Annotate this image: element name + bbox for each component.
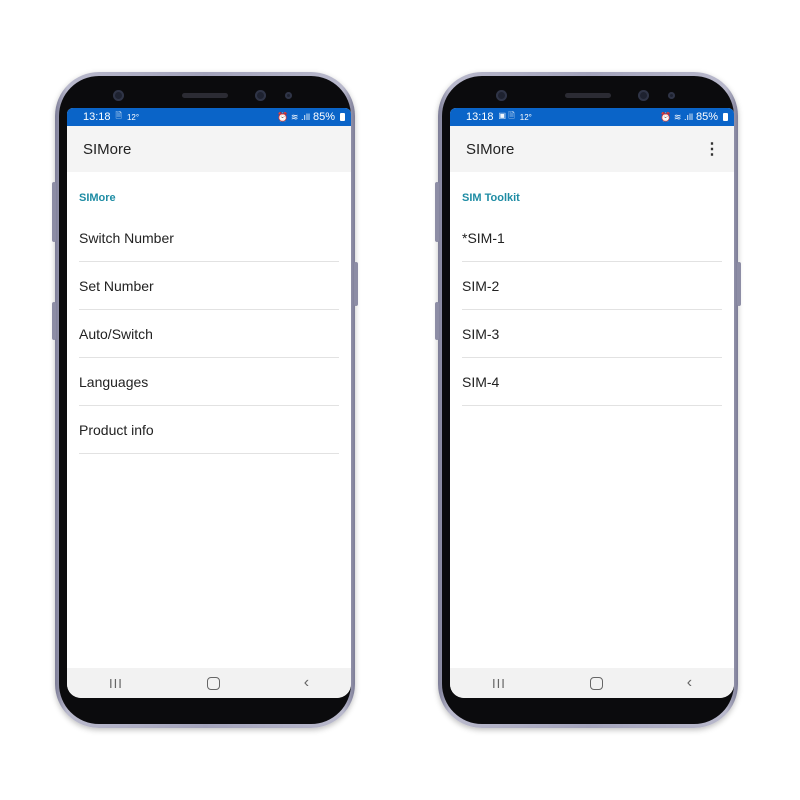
list-item-auto-switch[interactable]: Auto/Switch [79,310,339,358]
home-button[interactable] [589,676,603,690]
notification-icons: ▣ 🗎 [498,111,515,120]
phone-bezel: 13:18 ▣ 🗎 12° ⏰ ≋ .ıll 85% SIMore ⋮ SIM … [442,76,734,724]
back-button[interactable]: ‹ [687,674,692,692]
list-item-languages[interactable]: Languages [79,358,339,406]
section-header: SIM Toolkit [462,192,520,204]
content-area: SIM Toolkit *SIM-1 SIM-2 SIM-3 SIM-4 [450,172,734,668]
screen: 13:18 ▣ 🗎 12° ⏰ ≋ .ıll 85% SIMore ⋮ SIM … [450,108,734,698]
earpiece-speaker [182,93,228,98]
sensor-icon [285,92,292,99]
overflow-menu-icon[interactable]: ⋮ [704,139,720,159]
list-item-sim-2[interactable]: SIM-2 [462,262,722,310]
home-button[interactable] [206,676,220,690]
battery-percent: 85% [695,111,718,123]
phone-right: 13:18 ▣ 🗎 12° ⏰ ≋ .ıll 85% SIMore ⋮ SIM … [435,72,741,728]
power-button [737,262,741,306]
content-area: SIMore Switch Number Set Number Auto/Swi… [67,172,351,668]
status-bar: 13:18 ▣ 🗎 12° ⏰ ≋ .ıll 85% [450,108,734,126]
navigation-bar: III ‹ [67,668,351,698]
signal-icons: ⏰ ≋ .ıll [660,111,693,122]
phone-left: 13:18 🗎 12° ⏰ ≋ .ıll 85% SIMore SIMore S… [52,72,358,728]
phone-bezel: 13:18 🗎 12° ⏰ ≋ .ıll 85% SIMore SIMore S… [59,76,351,724]
weather-temp: 12° [126,112,140,122]
battery-percent: 85% [312,111,335,123]
section-header: SIMore [79,192,116,204]
sim-list: *SIM-1 SIM-2 SIM-3 SIM-4 [462,214,722,406]
iris-scanner-icon [113,90,124,101]
app-bar: SIMore ⋮ [450,126,734,172]
recent-apps-button[interactable]: III [492,676,506,691]
bixby-button [435,302,439,340]
navigation-bar: III ‹ [450,668,734,698]
power-button [354,262,358,306]
earpiece-speaker [565,93,611,98]
app-title: SIMore [83,140,132,158]
list-item-sim-1[interactable]: *SIM-1 [462,214,722,262]
front-camera-icon [638,90,649,101]
status-time: 13:18 [466,111,494,123]
list-item-sim-3[interactable]: SIM-3 [462,310,722,358]
list-item-switch-number[interactable]: Switch Number [79,214,339,262]
screen: 13:18 🗎 12° ⏰ ≋ .ıll 85% SIMore SIMore S… [67,108,351,698]
volume-button [435,182,439,242]
bixby-button [52,302,56,340]
recent-apps-button[interactable]: III [109,676,123,691]
back-button[interactable]: ‹ [304,674,309,692]
sensor-icon [668,92,675,99]
status-bar: 13:18 🗎 12° ⏰ ≋ .ıll 85% [67,108,351,126]
front-camera-icon [255,90,266,101]
list-item-sim-4[interactable]: SIM-4 [462,358,722,406]
app-bar: SIMore [67,126,351,172]
signal-icons: ⏰ ≋ .ıll [277,111,310,122]
iris-scanner-icon [496,90,507,101]
status-time: 13:18 [83,111,111,123]
list-item-product-info[interactable]: Product info [79,406,339,454]
battery-icon [723,113,728,121]
volume-button [52,182,56,242]
battery-icon [340,113,345,121]
app-title: SIMore [466,140,515,158]
weather-temp: 12° [519,112,532,122]
sim-icon: 🗎 [115,111,122,120]
settings-list: Switch Number Set Number Auto/Switch Lan… [79,214,339,454]
list-item-set-number[interactable]: Set Number [79,262,339,310]
